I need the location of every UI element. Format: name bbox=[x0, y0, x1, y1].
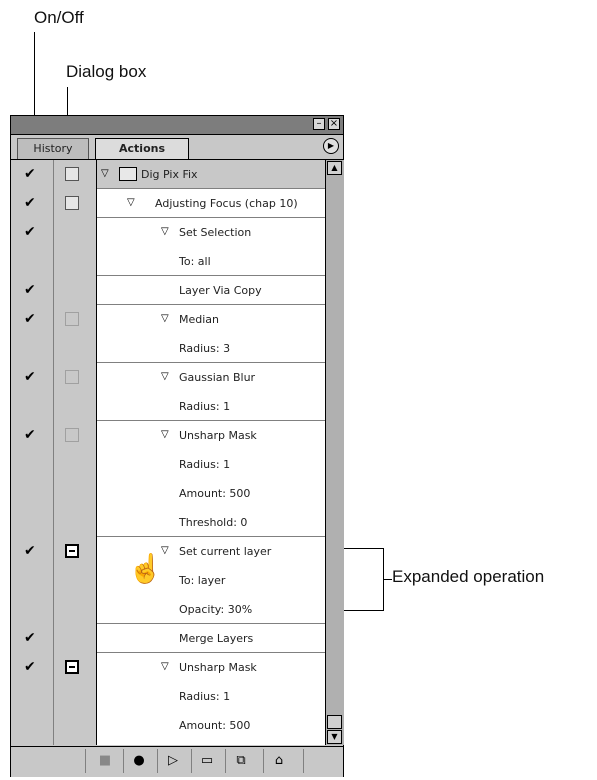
dialog-toggle[interactable] bbox=[65, 428, 79, 442]
list-item[interactable]: ▽ Unsharp Mask bbox=[97, 653, 325, 682]
list-item-label: Unsharp Mask bbox=[179, 429, 257, 442]
on-off-checkbox[interactable]: ✔ bbox=[24, 544, 38, 558]
on-off-checkbox[interactable]: ✔ bbox=[24, 660, 38, 674]
dialog-toggle[interactable] bbox=[65, 167, 79, 181]
list-item[interactable]: Amount: 500 bbox=[97, 479, 325, 508]
list-item[interactable]: Merge Layers bbox=[97, 624, 325, 653]
list-item-label: Median bbox=[179, 313, 220, 326]
new-action-icon[interactable]: ⧉ bbox=[230, 751, 252, 771]
dialog-toggle[interactable] bbox=[65, 660, 79, 674]
actions-list: ▽ Dig Pix Fix ▽ Adjusting Focus (chap 10) ▽ S… bbox=[97, 160, 325, 745]
list-item[interactable]: Threshold: 0 bbox=[97, 508, 325, 537]
list-item-label: Merge Layers bbox=[179, 632, 254, 645]
scroll-up-icon[interactable]: ▲ bbox=[327, 161, 342, 175]
action-set-row[interactable]: ▽ Dig Pix Fix bbox=[97, 160, 325, 189]
action-label: Adjusting Focus (chap 10) bbox=[155, 197, 298, 210]
list-item[interactable]: To: all bbox=[97, 247, 325, 276]
list-item-label: Amount: 500 bbox=[179, 487, 251, 500]
list-item[interactable]: ▽ Gaussian Blur bbox=[97, 363, 325, 392]
expand-triangle-icon[interactable]: ▽ bbox=[161, 313, 169, 324]
expand-triangle-icon[interactable]: ▽ bbox=[127, 197, 135, 208]
palette-footer: ■ ● ▷ ▭ ⧉ ⌂ bbox=[11, 746, 343, 777]
play-icon[interactable]: ▷ bbox=[162, 751, 184, 771]
dialog-toggle[interactable] bbox=[65, 370, 79, 384]
list-item-label: Set Selection bbox=[179, 226, 252, 239]
palette-titlebar[interactable]: – × bbox=[11, 116, 343, 135]
stop-icon[interactable]: ■ bbox=[94, 751, 116, 771]
dialog-toggle[interactable] bbox=[65, 196, 79, 210]
resize-grip-icon[interactable] bbox=[327, 715, 342, 729]
actions-list-area: ✔ ✔ ✔ ✔ ✔ ✔ ✔ ✔ ✔ ✔ ▽ Dig Pix Fix ▽ Adjusting Focus … bbox=[11, 160, 344, 745]
on-off-checkbox[interactable]: ✔ bbox=[24, 370, 38, 384]
list-item-label: Radius: 1 bbox=[179, 458, 231, 471]
list-item[interactable]: Opacity: 30% bbox=[97, 595, 325, 624]
action-set-label: Dig Pix Fix bbox=[141, 168, 198, 181]
list-item-label: To: layer bbox=[179, 574, 226, 587]
dialog-box-callout: Dialog box bbox=[66, 62, 147, 81]
list-item-label: Radius: 3 bbox=[179, 342, 231, 355]
list-item[interactable]: Amount: 500 bbox=[97, 711, 325, 740]
minimize-icon[interactable]: – bbox=[313, 118, 325, 130]
list-item-label: Set current layer bbox=[179, 545, 272, 558]
list-item[interactable]: ▽ Unsharp Mask bbox=[97, 421, 325, 450]
dialog-toggle[interactable] bbox=[65, 544, 79, 558]
list-item[interactable]: Radius: 1 bbox=[97, 450, 325, 479]
dialog-toggle[interactable] bbox=[65, 312, 79, 326]
close-icon[interactable]: × bbox=[328, 118, 340, 130]
expand-triangle-icon[interactable]: ▽ bbox=[161, 226, 169, 237]
actions-palette: – × History Actions ▶ ✔ ✔ ✔ ✔ ✔ ✔ ✔ ✔ ✔ ✔ ▽ Dig Pi… bbox=[10, 115, 344, 777]
on-off-checkbox[interactable]: ✔ bbox=[24, 196, 38, 210]
list-item[interactable]: Radius: 1 bbox=[97, 392, 325, 421]
list-item-label: To: all bbox=[179, 255, 211, 268]
list-item-label: Threshold: 0 bbox=[179, 516, 248, 529]
list-item[interactable]: Layer Via Copy bbox=[97, 276, 325, 305]
on-off-checkbox[interactable]: ✔ bbox=[24, 225, 38, 239]
list-item-label: Opacity: 30% bbox=[179, 603, 253, 616]
list-item[interactable]: Radius: 3 bbox=[97, 334, 325, 363]
expanded-operation-callout: Expanded operation bbox=[392, 567, 545, 586]
on-off-checkbox[interactable]: ✔ bbox=[24, 312, 38, 326]
hand-pointer-icon: ☝ bbox=[128, 553, 163, 584]
list-item-label: Gaussian Blur bbox=[179, 371, 256, 384]
dialog-column bbox=[54, 160, 97, 745]
trash-icon[interactable]: ⌂ bbox=[268, 751, 290, 771]
tab-history[interactable]: History bbox=[17, 138, 89, 159]
palette-menu-icon[interactable]: ▶ bbox=[323, 138, 339, 154]
list-item[interactable]: ▽ Median bbox=[97, 305, 325, 334]
list-item[interactable]: Threshold: 0 bbox=[97, 740, 325, 745]
list-item-label: Layer Via Copy bbox=[179, 284, 262, 297]
action-row[interactable]: ▽ Adjusting Focus (chap 10) bbox=[97, 189, 325, 218]
expand-triangle-icon[interactable]: ▽ bbox=[161, 429, 169, 440]
expand-triangle-icon[interactable]: ▽ bbox=[161, 371, 169, 382]
bracket-leader bbox=[384, 579, 392, 580]
list-item-label: Radius: 1 bbox=[179, 690, 231, 703]
on-off-callout: On/Off bbox=[34, 8, 84, 27]
expand-triangle-icon[interactable]: ▽ bbox=[101, 168, 109, 179]
list-item[interactable]: ▽ Set Selection bbox=[97, 218, 325, 247]
on-off-column: ✔ ✔ ✔ ✔ ✔ ✔ ✔ ✔ ✔ ✔ bbox=[11, 160, 54, 745]
expand-triangle-icon[interactable]: ▽ bbox=[161, 661, 169, 672]
vertical-scrollbar[interactable]: ▲ ▼ bbox=[325, 160, 344, 745]
new-set-icon[interactable]: ▭ bbox=[196, 751, 218, 771]
on-off-checkbox[interactable]: ✔ bbox=[24, 631, 38, 645]
list-item-label: Unsharp Mask bbox=[179, 661, 257, 674]
palette-tabs: History Actions ▶ bbox=[11, 135, 343, 160]
tab-actions[interactable]: Actions bbox=[95, 138, 189, 159]
scroll-down-icon[interactable]: ▼ bbox=[327, 730, 342, 744]
folder-icon bbox=[119, 167, 137, 181]
list-item[interactable]: Radius: 1 bbox=[97, 682, 325, 711]
on-off-checkbox[interactable]: ✔ bbox=[24, 167, 38, 181]
on-off-checkbox[interactable]: ✔ bbox=[24, 428, 38, 442]
on-off-checkbox[interactable]: ✔ bbox=[24, 283, 38, 297]
record-icon[interactable]: ● bbox=[128, 751, 150, 771]
list-item-label: Amount: 500 bbox=[179, 719, 251, 732]
list-item-label: Radius: 1 bbox=[179, 400, 231, 413]
